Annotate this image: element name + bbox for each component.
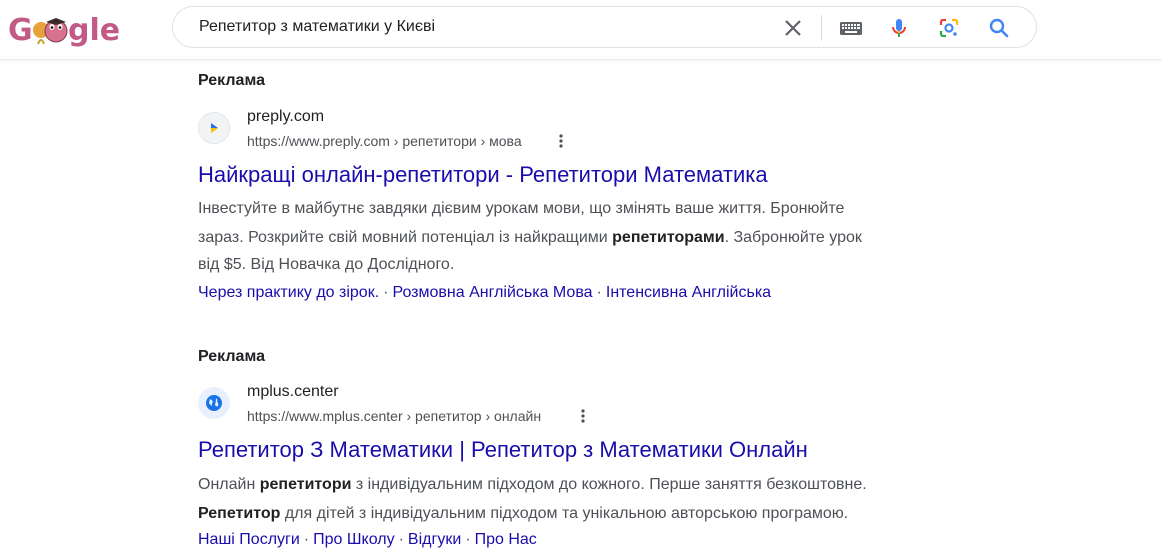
- sitelink[interactable]: Розмовна Англійська Мова: [392, 284, 592, 301]
- more-options-icon[interactable]: [553, 133, 569, 149]
- snippet-line: Онлайн репетитори з індивідуальним підхо…: [198, 471, 958, 500]
- snippet-line: Репетитор для дітей з індивідуальним під…: [198, 500, 958, 529]
- close-icon[interactable]: [781, 16, 805, 40]
- svg-text:G: G: [8, 13, 33, 48]
- result-title-link[interactable]: Найкращі онлайн-репетитори - Репетитори …: [198, 162, 768, 188]
- google-doodle-logo[interactable]: G gle: [8, 10, 120, 48]
- result-title-link[interactable]: Репетитор З Математики | Репетитор з Мат…: [198, 437, 808, 463]
- sitelink[interactable]: Про Школу: [313, 531, 394, 548]
- sitelink[interactable]: Про Нас: [475, 531, 537, 548]
- google-lens-icon[interactable]: [937, 16, 961, 40]
- snippet-text: від $5. Від Новачка до Дослідного.: [198, 256, 455, 273]
- keyboard-icon[interactable]: [839, 16, 863, 40]
- sitelinks: Наші Послуги · Про Школу · Відгуки · Про Нас: [198, 531, 537, 548]
- ad-label: Реклама: [198, 72, 265, 89]
- snippet-text: Онлайн: [198, 476, 260, 493]
- search-input[interactable]: Репетитор з математики у Києві: [199, 18, 435, 36]
- site-url[interactable]: https://www.mplus.center › репетитор › о…: [247, 408, 541, 424]
- result-snippet: Онлайн репетитори з індивідуальним підхо…: [198, 471, 958, 528]
- sitelink[interactable]: Відгуки: [408, 531, 461, 548]
- result-snippet: Інвестуйте в майбутнє завдяки дієвим уро…: [198, 195, 958, 278]
- site-name[interactable]: preply.com: [247, 108, 324, 126]
- snippet-bold-text: Репетитор: [198, 504, 281, 522]
- sitelinks: Через практику до зірок. · Розмовна Англій…: [198, 284, 772, 301]
- globe-icon: [206, 395, 222, 411]
- snippet-line: від $5. Від Новачка до Дослідного.: [198, 252, 958, 278]
- more-options-icon[interactable]: [575, 408, 591, 424]
- snippet-text: . Забронюйте урок: [724, 228, 862, 246]
- snippet-bold-text: репетиторами: [612, 228, 725, 246]
- site-name[interactable]: mplus.center: [247, 383, 339, 401]
- snippet-text: Інвестуйте в майбутнє завдяки дієвим уро…: [198, 200, 845, 217]
- snippet-text: для дітей з індивідуальним підходом та у…: [280, 504, 849, 522]
- sitelink[interactable]: Через практику до зірок.: [198, 284, 379, 301]
- header: G gle Репетитор з математики у Києві: [0, 0, 1162, 60]
- preply-logo-icon: [211, 123, 218, 133]
- svg-text:gle: gle: [68, 13, 120, 48]
- snippet-bold-text: репетитори: [259, 476, 352, 493]
- search-icon[interactable]: [987, 16, 1011, 40]
- preply-favicon[interactable]: [198, 112, 230, 144]
- microphone-icon[interactable]: [887, 16, 911, 40]
- mplus-favicon[interactable]: [198, 387, 230, 419]
- snippet-line: Інвестуйте в майбутнє завдяки дієвим уро…: [198, 195, 958, 224]
- doodle-icon: G gle: [8, 13, 120, 48]
- snippet-line: зараз. Розкрийте свій мовний потенціал і…: [198, 224, 958, 253]
- sitelink[interactable]: Наші Послуги: [198, 531, 300, 548]
- site-url[interactable]: https://www.preply.com › репетитори › мо…: [247, 133, 522, 149]
- snippet-text: з індивідуальним підходом до кожного. Пе…: [351, 476, 867, 493]
- divider: [821, 15, 822, 41]
- search-box[interactable]: Репетитор з математики у Києві: [172, 6, 1037, 48]
- snippet-text: зараз. Розкрийте свій мовний потенціал і…: [198, 228, 613, 246]
- ad-label: Реклама: [198, 348, 265, 365]
- sitelink[interactable]: Інтенсивна Англійська: [606, 284, 771, 301]
